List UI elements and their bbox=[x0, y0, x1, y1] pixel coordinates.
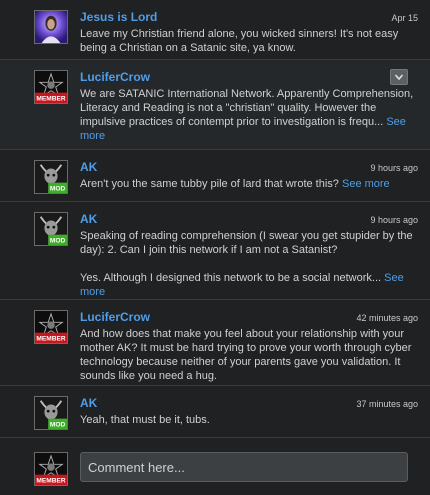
avatar-lucifercrow[interactable]: MEMBER bbox=[34, 310, 68, 344]
comment-item: MOD AK 37 minutes ago Yeah, that must be… bbox=[0, 386, 430, 438]
comment-text: Speaking of reading comprehension (I swe… bbox=[80, 230, 413, 298]
comment-author[interactable]: AK bbox=[80, 212, 97, 226]
comment-item: MEMBER LuciferCrow We are SATANIC Intern… bbox=[0, 60, 430, 150]
comment-timestamp: 42 minutes ago bbox=[356, 313, 418, 323]
chevron-down-icon bbox=[395, 74, 403, 80]
mod-badge: MOD bbox=[50, 422, 66, 429]
avatar-lucifercrow[interactable]: MEMBER bbox=[34, 70, 68, 104]
mod-badge: MOD bbox=[50, 238, 66, 245]
member-badge: MEMBER bbox=[36, 96, 65, 103]
comment-text: Yeah, that must be it, tubs. bbox=[80, 414, 210, 426]
comment-author[interactable]: AK bbox=[80, 160, 97, 174]
comment-timestamp: 9 hours ago bbox=[370, 215, 418, 225]
comment-text: And how does that make you feel about yo… bbox=[80, 328, 412, 382]
comment-timestamp: Apr 15 bbox=[391, 13, 418, 23]
avatar-ak[interactable]: MOD bbox=[34, 160, 68, 194]
avatar-jesus[interactable] bbox=[34, 10, 68, 44]
avatar-ak[interactable]: MOD bbox=[34, 396, 68, 430]
goat-skull-avatar-icon: MOD bbox=[35, 213, 67, 245]
see-more-link[interactable]: See more bbox=[342, 178, 390, 190]
comment-thread: Jesus is Lord Apr 15 Leave my Christian … bbox=[0, 0, 430, 495]
comment-item: MEMBER LuciferCrow 42 minutes ago And ho… bbox=[0, 300, 430, 386]
goat-skull-avatar-icon: MOD bbox=[35, 161, 67, 193]
comment-item: MOD AK 9 hours ago Aren't you the same t… bbox=[0, 150, 430, 202]
comment-item: MOD AK 9 hours ago Speaking of reading c… bbox=[0, 202, 430, 300]
goat-skull-avatar-icon: MOD bbox=[35, 397, 67, 429]
avatar-ak[interactable]: MOD bbox=[34, 212, 68, 246]
comment-timestamp: 9 hours ago bbox=[370, 163, 418, 173]
comment-timestamp: 37 minutes ago bbox=[356, 399, 418, 409]
comment-text: We are SATANIC International Network. Ap… bbox=[80, 88, 414, 142]
comment-input[interactable] bbox=[80, 452, 408, 482]
member-badge: MEMBER bbox=[36, 336, 65, 343]
comment-author[interactable]: Jesus is Lord bbox=[80, 10, 157, 24]
baphomet-avatar-icon: MEMBER bbox=[35, 453, 67, 485]
comment-author[interactable]: AK bbox=[80, 396, 97, 410]
comment-author[interactable]: LuciferCrow bbox=[80, 70, 150, 84]
baphomet-avatar-icon: MEMBER bbox=[35, 71, 67, 103]
jesus-portrait-icon bbox=[35, 11, 67, 43]
comment-text: Leave my Christian friend alone, you wic… bbox=[80, 28, 399, 54]
comment-item: Jesus is Lord Apr 15 Leave my Christian … bbox=[0, 0, 430, 60]
avatar-current-user: MEMBER bbox=[34, 452, 68, 486]
mod-badge: MOD bbox=[50, 186, 66, 193]
member-badge: MEMBER bbox=[36, 478, 65, 485]
comment-options-button[interactable] bbox=[390, 69, 408, 85]
baphomet-avatar-icon: MEMBER bbox=[35, 311, 67, 343]
comment-author[interactable]: LuciferCrow bbox=[80, 310, 150, 324]
comment-text: Aren't you the same tubby pile of lard t… bbox=[80, 178, 390, 190]
